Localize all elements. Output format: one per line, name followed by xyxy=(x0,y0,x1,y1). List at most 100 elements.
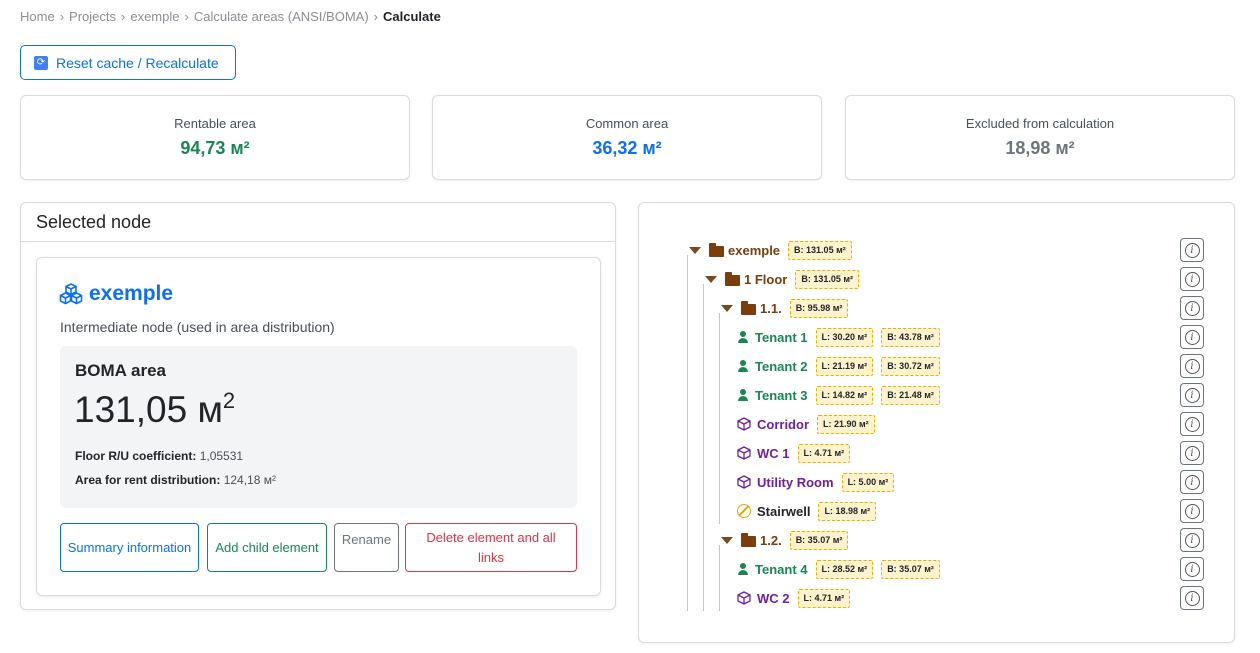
rent-distribution-row: Area for rent distribution: 124,18 м² xyxy=(75,473,276,487)
tree-node[interactable]: WC 2 L: 4.71 м² xyxy=(737,587,851,609)
refresh-icon: ⟳ xyxy=(34,55,48,70)
rename-button[interactable]: Rename xyxy=(334,523,399,572)
ban-icon xyxy=(737,504,751,518)
tree-node-label: Tenant 3 xyxy=(755,387,808,403)
info-icon: i xyxy=(1184,532,1200,548)
cube-icon xyxy=(737,475,751,489)
info-button[interactable]: i xyxy=(1180,383,1204,407)
reset-cache-label: Reset cache / Recalculate xyxy=(56,54,219,71)
breadcrumb-calculate-areas[interactable]: Calculate areas (ANSI/BOMA) xyxy=(194,9,369,24)
caret-down-icon[interactable] xyxy=(721,304,733,312)
boma-area-badge: B: 95.98 м² xyxy=(789,298,849,318)
info-icon: i xyxy=(1184,590,1200,606)
excluded-area-card: Excluded from calculation 18,98 м² xyxy=(845,95,1235,180)
tree-node[interactable]: Tenant 1 L: 30.20 м² B: 43.78 м² xyxy=(737,326,940,348)
tree-guide-line xyxy=(719,545,720,611)
boma-area-badge: B: 35.07 м² xyxy=(881,559,940,579)
info-button[interactable]: i xyxy=(1180,499,1204,523)
tree-node[interactable]: 1 Floor B: 131.05 м² xyxy=(705,268,860,290)
info-button[interactable]: i xyxy=(1180,238,1204,262)
node-details-card: exemple Intermediate node (used in area … xyxy=(36,257,601,596)
tree-node-label: Tenant 1 xyxy=(755,329,808,345)
breadcrumb-home[interactable]: Home xyxy=(20,9,55,24)
tree-node[interactable]: Tenant 2 L: 21.19 м² B: 30.72 м² xyxy=(737,355,940,377)
tree-node-label: Tenant 4 xyxy=(755,561,808,577)
info-icon: i xyxy=(1184,358,1200,374)
tree-node[interactable]: Tenant 3 L: 14.82 м² B: 21.48 м² xyxy=(737,384,940,406)
info-icon: i xyxy=(1184,416,1200,432)
tree-node[interactable]: WC 1 L: 4.71 м² xyxy=(737,442,851,464)
rentable-area-value: 94,73 м² xyxy=(180,138,250,158)
boma-area-badge: B: 131.05 м² xyxy=(795,269,860,289)
info-button[interactable]: i xyxy=(1180,470,1204,494)
breadcrumb-separator: › xyxy=(121,9,126,24)
boma-area-number: 131,05 м xyxy=(74,389,223,430)
info-button[interactable]: i xyxy=(1180,441,1204,465)
tree-guide-line xyxy=(703,284,704,611)
add-child-element-button[interactable]: Add child element xyxy=(207,523,327,572)
info-button[interactable]: i xyxy=(1180,354,1204,378)
area-tree: exemple B: 131.05 м² i 1 Floor B: 131.05 м² i… xyxy=(639,203,1234,642)
info-button[interactable]: i xyxy=(1180,586,1204,610)
user-icon xyxy=(737,563,749,575)
tree-node[interactable]: 1.1. B: 95.98 м² xyxy=(721,297,849,319)
info-icon: i xyxy=(1184,445,1200,461)
tree-node-label: Corridor xyxy=(757,416,809,432)
summary-information-button[interactable]: Summary information xyxy=(60,523,199,572)
info-button[interactable]: i xyxy=(1180,528,1204,552)
tree-node[interactable]: Tenant 4 L: 28.52 м² B: 35.07 м² xyxy=(737,558,940,580)
info-icon: i xyxy=(1184,300,1200,316)
cube-icon xyxy=(737,591,751,605)
tree-node-label: 1.2. xyxy=(760,532,782,548)
cubes-icon xyxy=(59,283,83,305)
breadcrumb: Home › Projects › exemple › Calculate areas (A… xyxy=(20,9,441,24)
rent-distribution-label: Area for rent distribution: xyxy=(75,473,221,487)
user-icon xyxy=(737,331,749,343)
tree-panel: exemple B: 131.05 м² i 1 Floor B: 131.05 м² i… xyxy=(638,202,1235,643)
tree-node[interactable]: Stairwell L: 18.98 м² xyxy=(737,500,877,522)
breadcrumb-projects[interactable]: Projects xyxy=(69,9,116,24)
boma-area-badge: B: 30.72 м² xyxy=(881,356,940,376)
node-subtitle: Intermediate node (used in area distribu… xyxy=(60,319,335,335)
info-icon: i xyxy=(1184,561,1200,577)
ru-coefficient-label: Floor R/U coefficient: xyxy=(75,449,197,463)
breadcrumb-separator: › xyxy=(373,9,379,24)
info-button[interactable]: i xyxy=(1180,412,1204,436)
folder-icon xyxy=(725,271,740,286)
node-title-text: exemple xyxy=(89,282,174,305)
boma-area-badge: B: 21.48 м² xyxy=(881,385,940,405)
tree-guide-line xyxy=(719,313,720,524)
boma-area-title: BOMA area xyxy=(75,361,167,380)
rent-distribution-value: 124,18 м² xyxy=(223,473,276,487)
delete-element-button[interactable]: Delete element and all links xyxy=(405,523,577,572)
breadcrumb-current: Calculate xyxy=(383,9,441,24)
breadcrumb-project[interactable]: exemple xyxy=(130,9,179,24)
tree-node-label: exemple xyxy=(728,242,781,258)
info-button[interactable]: i xyxy=(1180,325,1204,349)
tree-node-label: WC 1 xyxy=(757,445,790,461)
breadcrumb-separator: › xyxy=(59,9,65,24)
caret-down-icon[interactable] xyxy=(705,275,717,283)
caret-down-icon[interactable] xyxy=(721,536,733,544)
node-title: exemple xyxy=(59,282,173,306)
boma-area-badge: B: 43.78 м² xyxy=(881,327,940,347)
tree-node-label: 1 Floor xyxy=(744,271,788,287)
boma-area-badge: B: 131.05 м² xyxy=(788,240,852,260)
common-area-value: 36,32 м² xyxy=(592,138,662,158)
breadcrumb-separator: › xyxy=(184,9,189,24)
user-icon xyxy=(737,389,749,401)
tree-node[interactable]: 1.2. B: 35.07 м² xyxy=(721,529,849,551)
reset-cache-button[interactable]: ⟳ Reset cache / Recalculate xyxy=(20,45,236,80)
info-button[interactable]: i xyxy=(1180,296,1204,320)
tree-node[interactable]: Corridor L: 21.90 м² xyxy=(737,413,875,435)
info-button[interactable]: i xyxy=(1180,267,1204,291)
tree-node[interactable]: exemple B: 131.05 м² xyxy=(689,239,852,261)
caret-down-icon[interactable] xyxy=(689,246,701,254)
info-button[interactable]: i xyxy=(1180,557,1204,581)
excluded-area-value: 18,98 м² xyxy=(1005,138,1075,158)
excluded-area-label: Excluded from calculation xyxy=(965,116,1115,131)
tree-node[interactable]: Utility Room L: 5.00 м² xyxy=(737,471,895,493)
leased-area-badge: L: 4.71 м² xyxy=(797,443,851,463)
leased-area-badge: L: 5.00 м² xyxy=(841,472,895,492)
leased-area-badge: L: 4.71 м² xyxy=(797,588,851,608)
